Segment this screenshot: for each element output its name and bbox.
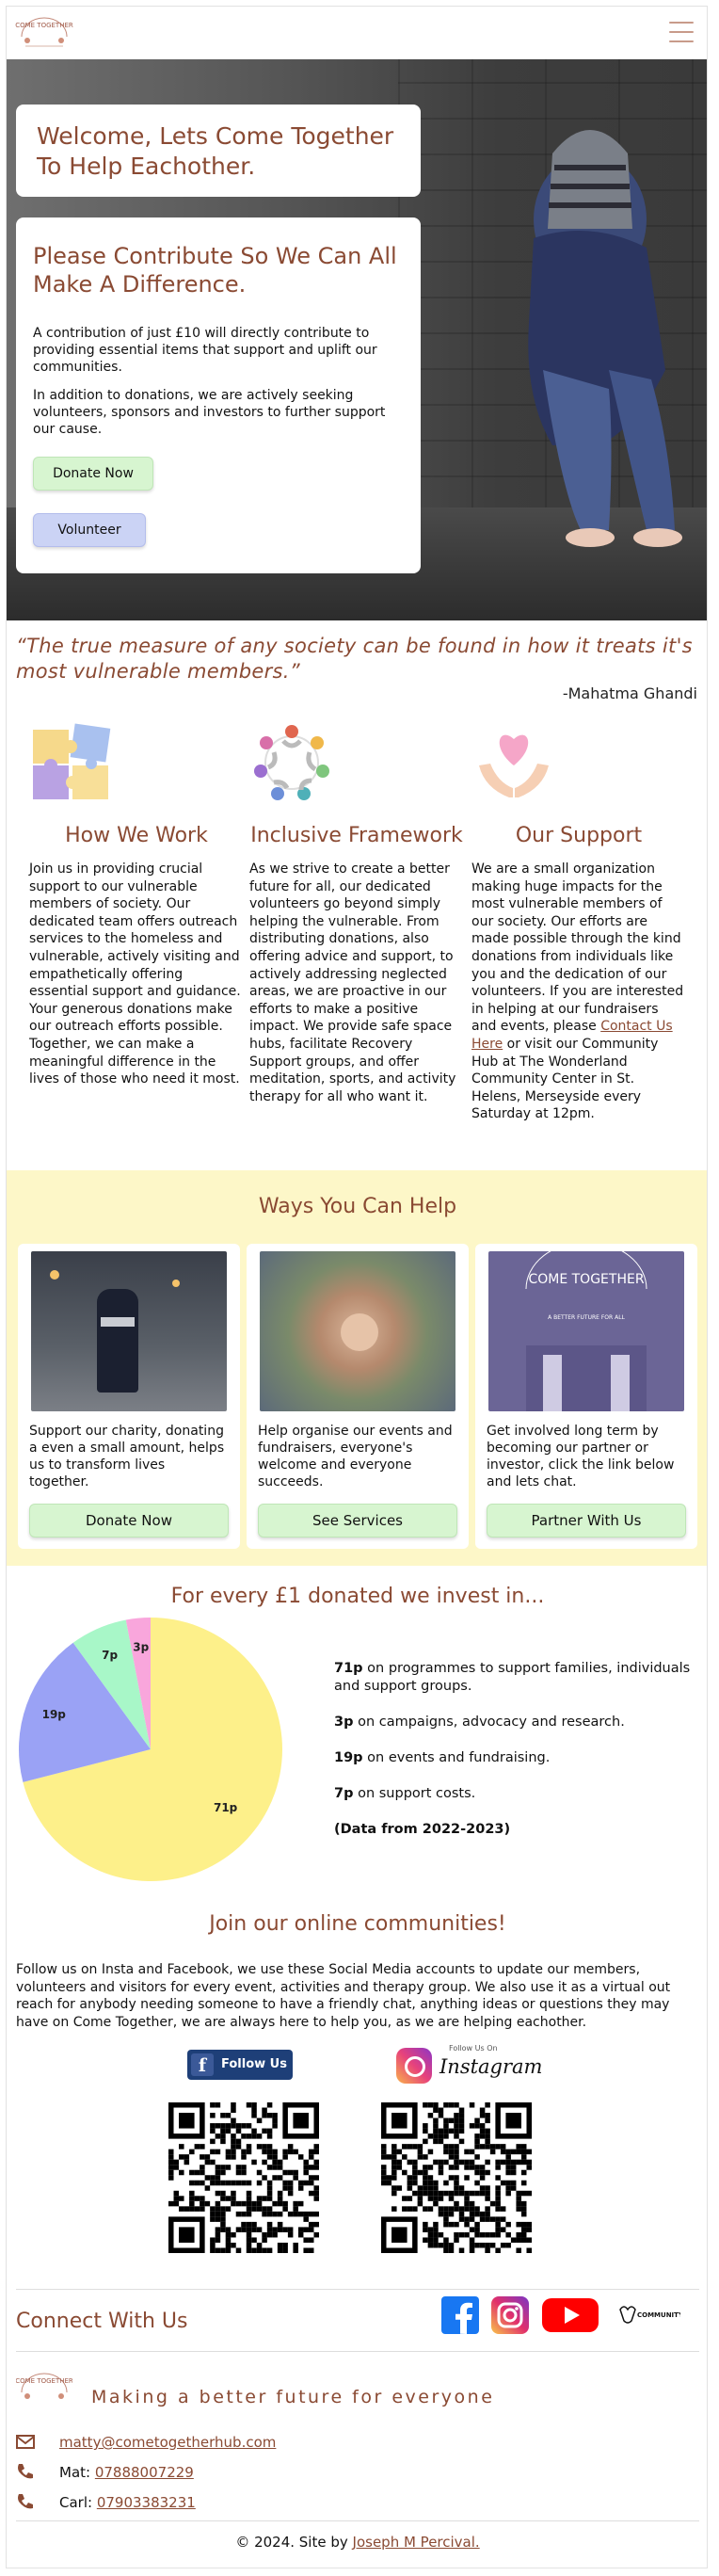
people-circle-icon [254,725,329,800]
phone-link[interactable]: 07903383231 [97,2494,196,2511]
feature-title: How We Work [65,824,208,847]
svg-text:COME TOGETHER: COME TOGETHER [15,22,73,29]
feature-how-we-work: How We Work Join us in providing crucial… [29,722,244,1088]
feature-text: Join us in providing crucial support to … [29,861,241,1087]
author-link[interactable]: Joseph M Percival. [353,2534,480,2551]
feature-title: Inclusive Framework [250,824,463,847]
footer: © 2024. Site by Joseph M Percival. [235,2534,480,2551]
communities-text: Follow us on Insta and Facebook, we use … [16,1962,671,2030]
hero-person-image [528,130,682,547]
quote-author: -Mahatma Ghandi [562,684,697,702]
donation-breakdown: 71p on programmes to support families, i… [334,1660,701,1857]
facebook-follow-button[interactable]: f Follow Us [187,2050,293,2080]
pie-label-71p: 71p [214,1801,238,1814]
see-services-button[interactable]: See Services [258,1504,457,1538]
donate-now-card-button[interactable]: Donate Now [29,1504,229,1538]
connect-title: Connect With Us [16,2310,188,2333]
puzzle-pieces-icon [33,723,111,799]
welcome-card: Welcome, Lets Come Together To Help Each… [16,105,421,197]
instagram-icon [396,2048,432,2084]
communities-title: Join our online communities! [209,1912,506,1936]
phone-icon [18,2464,33,2479]
help-card-text: Support our charity, donating a even a s… [29,1424,225,1489]
feature-text: As we strive to create a better future f… [249,861,456,1104]
welcome-title: Welcome, Lets Come Together To Help Each… [37,122,394,180]
pie-label-3p: 3p [133,1640,149,1653]
feature-our-support: Our Support We are a small organization … [471,722,686,1123]
hamburger-menu-icon[interactable] [669,22,694,42]
divider [16,2289,699,2290]
quote-text: “The true measure of any society can be … [16,635,693,683]
partner-with-us-button[interactable]: Partner With Us [487,1504,686,1538]
divider [16,2351,699,2352]
ways-you-can-help-section: Ways You Can Help Support our charity, d… [7,1170,707,1566]
come-together-logo[interactable]: COME TOGETHER [14,12,74,54]
ways-title: Ways You Can Help [258,1195,457,1218]
come-together-tshirt-photo: COME TOGETHER A BETTER FUTURE FOR ALL [488,1251,684,1411]
envelope-icon [16,2435,35,2449]
phone-link[interactable]: 07888007229 [95,2464,194,2481]
donate-now-button[interactable]: Donate Now [33,457,153,491]
donation-pie-chart: 71p 19p 7p 3p [18,1618,282,1881]
page-frame: COME TOGETHER Welcome, Lets Come Togethe… [6,6,708,2568]
facebook-icon: f [191,2053,214,2076]
help-card-donate: Support our charity, donating a even a s… [18,1244,240,1549]
email-link[interactable]: matty@cometogetherhub.com [59,2434,276,2451]
help-card-text: Help organise our events and fundraisers… [258,1424,453,1489]
svg-text:A BETTER FUTURE FOR ALL: A BETTER FUTURE FOR ALL [548,1314,625,1321]
top-bar: COME TOGETHER [7,7,707,59]
contribute-paragraph-2: In addition to donations, we are activel… [33,388,386,437]
instagram-qr-code[interactable] [381,2102,532,2253]
tagline: Making a better future for everyone [91,2387,495,2407]
phone-icon [18,2494,33,2509]
svg-text:COME TOGETHER: COME TOGETHER [16,2377,72,2385]
svg-text:COME TOGETHER: COME TOGETHER [528,1272,644,1287]
instagram-icon[interactable] [490,2296,530,2334]
instagram-follow-button[interactable]: Follow Us On Instagram [396,2044,542,2087]
hands-together-photo [260,1251,455,1411]
donation-note: (Data from 2022-2023) [334,1822,511,1837]
pie-label-7p: 7p [102,1649,118,1662]
contribute-paragraph-1: A contribution of just £10 will directly… [33,326,377,375]
help-card-partner: COME TOGETHER A BETTER FUTURE FOR ALL Ge… [475,1244,697,1549]
help-card-text: Get involved long term by becoming our p… [487,1424,675,1489]
svg-text:COMMUNITY FUND: COMMUNITY FUND [637,2311,680,2319]
feature-inclusive-framework: Inclusive Framework As we strive to crea… [249,722,464,1105]
feature-title: Our Support [515,824,643,847]
outreach-photo [31,1251,227,1411]
pie-label-19p: 19p [42,1708,67,1721]
volunteer-button[interactable]: Volunteer [33,513,146,547]
community-fund-icon[interactable]: COMMUNITY FUND [615,2296,680,2334]
help-card-services: Help organise our events and fundraisers… [247,1244,469,1549]
donation-item: 19p on events and fundraising. [334,1750,551,1765]
feature-text: We are a small organization making huge … [471,861,684,1122]
donation-item: 7p on support costs. [334,1786,476,1801]
hero-section: Welcome, Lets Come Together To Help Each… [7,59,707,620]
facebook-qr-code[interactable] [168,2102,319,2253]
donation-title: For every £1 donated we invest in... [170,1585,545,1608]
come-together-logo[interactable]: COME TOGETHER [16,2368,72,2409]
contribute-card: Please Contribute So We Can All Make A D… [16,217,421,573]
contribute-title: Please Contribute So We Can All Make A D… [33,243,397,298]
heart-hands-icon [479,734,549,797]
facebook-icon[interactable] [441,2296,479,2334]
divider [16,2520,699,2521]
donation-item: 71p on programmes to support families, i… [334,1661,691,1694]
donation-item: 3p on campaigns, advocacy and research. [334,1715,625,1730]
youtube-icon[interactable] [541,2296,599,2334]
